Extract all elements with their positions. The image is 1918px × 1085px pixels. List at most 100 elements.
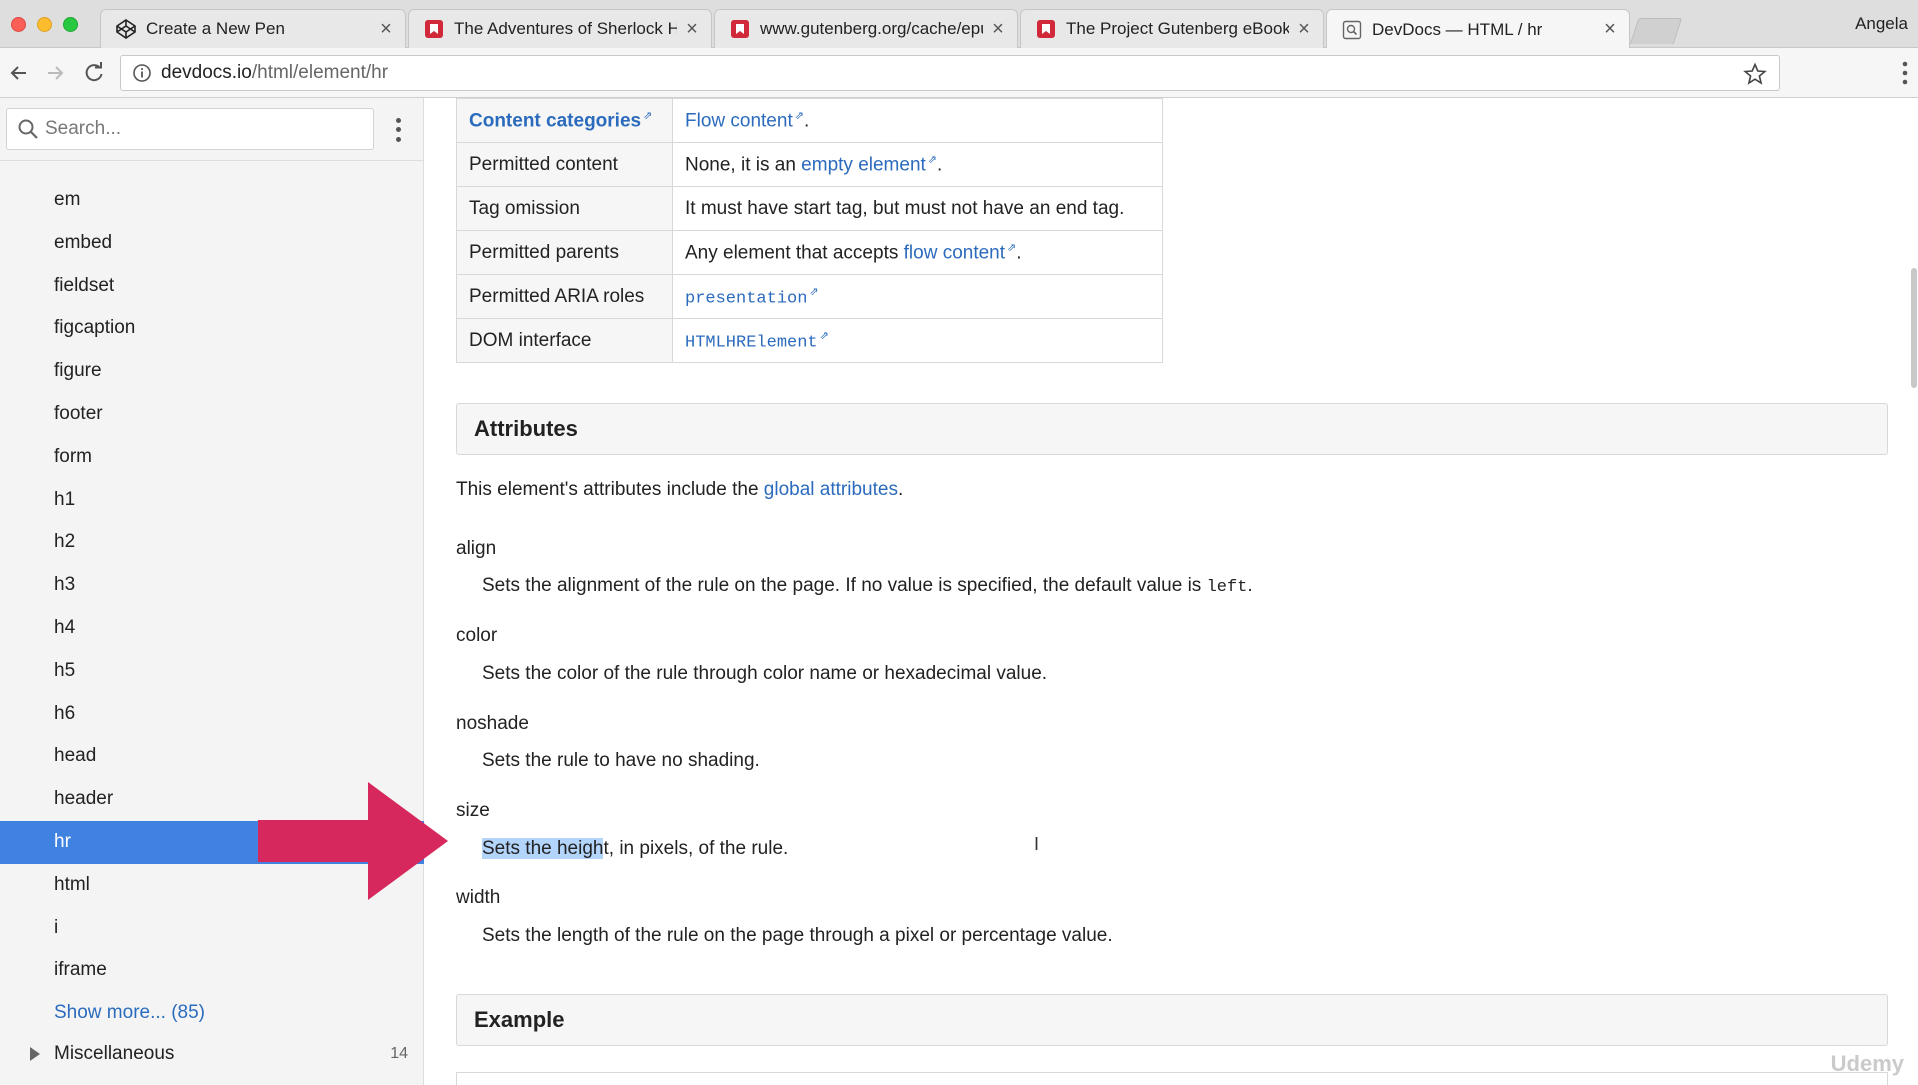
bookmark-star-icon[interactable] — [1743, 62, 1767, 86]
attribute-desc-align: Sets the alignment of the rule on the pa… — [482, 575, 1253, 597]
sidebar-item-h6[interactable]: h6 — [0, 693, 424, 736]
sidebar-item-h5[interactable]: h5 — [0, 650, 424, 693]
main-content: Content categories ⇗ Flow content ⇗. Permi… — [425, 98, 1918, 1085]
sidebar-list: em embed fieldset figcaption figure foot… — [0, 179, 424, 1035]
example-code-box — [456, 1072, 1888, 1085]
window-close-button[interactable] — [11, 17, 26, 32]
external-link-icon: ⇗ — [794, 109, 804, 122]
sidebar-item-form[interactable]: form — [0, 436, 424, 479]
tab-close-icon[interactable]: × — [1601, 18, 1619, 41]
address-bar[interactable]: devdocs.io/html/element/hr — [120, 55, 1780, 91]
sidebar-item-i[interactable]: i — [0, 907, 424, 950]
presentation-link[interactable]: presentation — [685, 289, 807, 308]
table-row: Content categories ⇗ Flow content ⇗. — [456, 98, 1163, 143]
attribute-default-code: left — [1206, 578, 1248, 597]
tab-title: The Adventures of Sherlock Ho — [454, 19, 677, 38]
sidebar-item-figure[interactable]: figure — [0, 350, 424, 393]
codepen-icon — [115, 18, 137, 40]
attribute-desc-text: Sets the alignment of the rule on the pa… — [482, 575, 1207, 596]
tab-create-new-pen[interactable]: Create a New Pen × — [100, 9, 406, 48]
empty-element-link[interactable]: empty element — [801, 154, 926, 175]
docs-sidebar: em embed fieldset figcaption figure foot… — [0, 98, 424, 1085]
example-heading: Example — [456, 994, 1888, 1046]
sidebar-menu-icon[interactable] — [388, 116, 408, 144]
tab-gutenberg-ebook[interactable]: The Project Gutenberg eBook o × — [1020, 9, 1324, 48]
back-arrow-icon — [10, 66, 26, 80]
reload-button[interactable] — [79, 58, 109, 88]
table-key: Permitted parents — [456, 230, 673, 275]
sidebar-item-h1[interactable]: h1 — [0, 479, 424, 522]
window-zoom-button[interactable] — [63, 17, 78, 32]
tab-close-icon[interactable]: × — [989, 18, 1007, 41]
attribute-desc-width: Sets the length of the rule on the page … — [482, 925, 1113, 946]
sidebar-group-count: 14 — [390, 1045, 408, 1062]
back-button[interactable] — [4, 58, 34, 88]
flow-content-link[interactable]: Flow content — [685, 110, 793, 131]
info-icon[interactable] — [127, 58, 157, 88]
table-row: Tag omission It must have start tag, but… — [456, 186, 1163, 231]
table-key: Permitted ARIA roles — [456, 274, 673, 319]
tab-close-icon[interactable]: × — [1295, 18, 1313, 41]
search-box[interactable] — [6, 108, 374, 150]
sidebar-item-figcaption[interactable]: figcaption — [0, 307, 424, 350]
show-more-link[interactable]: Show more... (85) — [0, 992, 424, 1035]
reload-icon — [85, 62, 103, 82]
tab-close-icon[interactable]: × — [377, 18, 395, 41]
tab-close-icon[interactable]: × — [683, 18, 701, 41]
attributes-heading: Attributes — [456, 403, 1888, 455]
sidebar-item-embed[interactable]: embed — [0, 222, 424, 265]
flow-content-link[interactable]: flow content — [904, 242, 1005, 263]
browser-menu-icon[interactable] — [1900, 60, 1910, 86]
sidebar-item-h3[interactable]: h3 — [0, 564, 424, 607]
tab-gutenberg-cache[interactable]: www.gutenberg.org/cache/epu × — [714, 9, 1018, 48]
intro-text: This element's attributes include the — [456, 479, 764, 500]
new-tab-button[interactable] — [1629, 18, 1683, 44]
sidebar-item-footer[interactable]: footer — [0, 393, 424, 436]
tab-title: www.gutenberg.org/cache/epu — [760, 19, 983, 38]
attribute-desc-color: Sets the color of the rule through color… — [482, 663, 1048, 684]
forward-button[interactable] — [40, 58, 70, 88]
sidebar-item-h4[interactable]: h4 — [0, 607, 424, 650]
table-row: Permitted parents Any element that accep… — [456, 230, 1163, 275]
permitted-content-text: None, it is an — [685, 154, 802, 176]
external-link-icon: ⇗ — [1007, 241, 1017, 254]
tab-title: The Project Gutenberg eBook o — [1066, 19, 1289, 38]
sidebar-group-label: Miscellaneous — [54, 1043, 175, 1064]
tab-devdocs-hr[interactable]: DevDocs — HTML / hr × — [1326, 9, 1630, 49]
table-key: Content categories ⇗ — [456, 98, 673, 143]
sidebar-item-h2[interactable]: h2 — [0, 521, 424, 564]
attributes-intro: This element's attributes include the gl… — [456, 479, 904, 500]
sidebar-group-miscellaneous[interactable]: Miscellaneous 14 — [0, 1034, 424, 1074]
forward-arrow-icon — [48, 66, 64, 80]
sidebar-divider — [0, 160, 424, 161]
table-value: presentation ⇗ — [672, 274, 1163, 319]
tab-title: DevDocs — HTML / hr — [1372, 19, 1543, 39]
table-value: Any element that accepts flow content ⇗. — [672, 230, 1163, 275]
browser-toolbar: devdocs.io/html/element/hr — [0, 48, 1918, 98]
external-link-icon: ⇗ — [927, 153, 938, 166]
tab-sherlock[interactable]: The Adventures of Sherlock Ho × — [408, 9, 712, 48]
external-link-icon: ⇗ — [819, 329, 829, 342]
window-minimize-button[interactable] — [37, 17, 52, 32]
sidebar-item-fieldset[interactable]: fieldset — [0, 265, 424, 308]
profile-name[interactable]: Angela — [1855, 14, 1908, 34]
sidebar-item-em[interactable]: em — [0, 179, 424, 222]
content-categories-link[interactable]: Content categories — [469, 110, 641, 131]
table-row: Permitted ARIA roles presentation ⇗ — [456, 274, 1163, 319]
url-path: /html/element/hr — [251, 62, 389, 83]
search-input[interactable] — [45, 118, 365, 140]
tab-title: Create a New Pen — [146, 19, 285, 38]
permitted-parents-text: Any element that accepts — [685, 242, 904, 264]
sidebar-item-head[interactable]: head — [0, 735, 424, 778]
table-value: Flow content ⇗. — [672, 98, 1163, 143]
url-host: devdocs.io — [161, 62, 252, 83]
content-scrollbar[interactable] — [1910, 268, 1918, 388]
global-attributes-link[interactable]: global attributes — [764, 479, 898, 500]
annotation-arrow-icon — [258, 782, 448, 900]
table-key: Permitted content — [456, 142, 673, 187]
attribute-desc-noshade: Sets the rule to have no shading. — [482, 750, 760, 771]
attribute-name-color: color — [456, 625, 498, 646]
htmlhrelement-link[interactable]: HTMLHRElement — [685, 333, 818, 352]
url-text: devdocs.io/html/element/hr — [161, 62, 388, 84]
sidebar-item-iframe[interactable]: iframe — [0, 949, 424, 992]
